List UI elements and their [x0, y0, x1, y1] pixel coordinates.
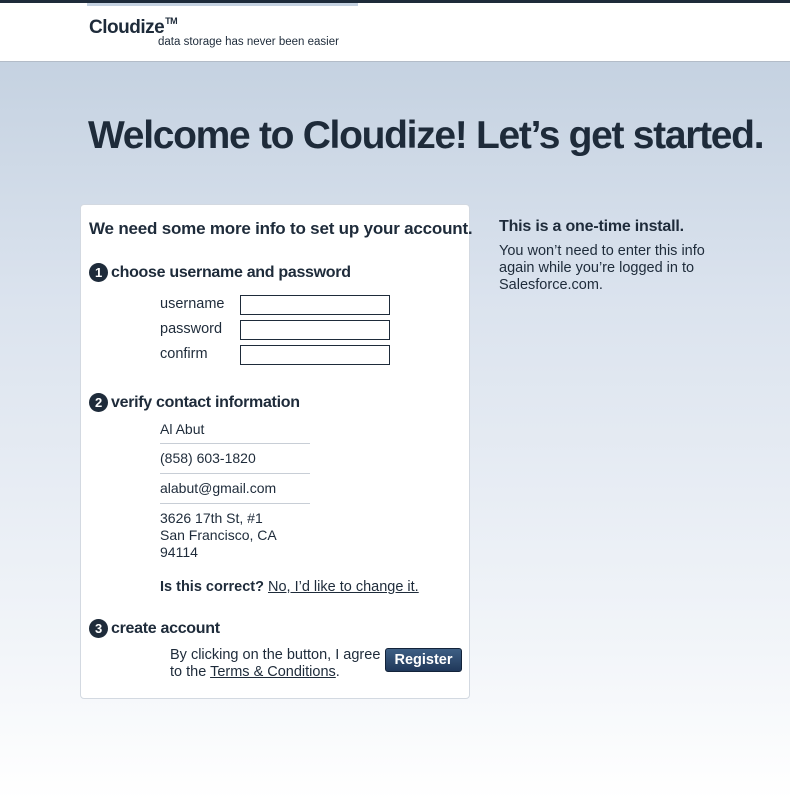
sidebar-text: You won’t need to enter this info again … — [499, 243, 705, 293]
brand-tagline: data storage has never been easier — [158, 36, 339, 48]
divider — [160, 443, 310, 444]
step-2-title: verify contact information — [111, 393, 300, 411]
step-3-title: create account — [111, 619, 220, 637]
terms-agreement-text: By clicking on the button, I agree to th… — [170, 647, 385, 681]
username-label: username — [160, 296, 225, 312]
confirm-password-input[interactable] — [240, 345, 390, 365]
step-3-number: 3 — [89, 619, 108, 638]
page-headline: Welcome to Cloudize! Let’s get started. — [88, 114, 765, 157]
change-contact-link[interactable]: No, I’d like to change it. — [268, 579, 419, 595]
agree-suffix: . — [335, 664, 340, 680]
password-label: password — [160, 321, 223, 337]
top-bar: CloudizeTM data storage has never been e… — [0, 0, 790, 62]
top-bar-accent — [87, 3, 358, 6]
contact-address: 3626 17th St, #1 San Francisco, CA 94114 — [160, 510, 277, 561]
step-1-title: choose username and password — [111, 263, 351, 281]
register-button[interactable]: Register — [385, 648, 462, 672]
form-title: We need some more info to set up your ac… — [89, 219, 473, 238]
terms-link[interactable]: Terms & Conditions — [210, 664, 336, 680]
step-3-heading: 3 create account — [89, 619, 220, 638]
address-line-1: 3626 17th St, #1 — [160, 510, 263, 526]
contact-phone: (858) 603-1820 — [160, 450, 256, 466]
step-1-number: 1 — [89, 263, 108, 282]
address-line-2: San Francisco, CA — [160, 527, 277, 543]
step-2-heading: 2 verify contact information — [89, 393, 300, 412]
contact-email: alabut@gmail.com — [160, 480, 277, 496]
brand-name: Cloudize — [89, 17, 165, 38]
step-1-heading: 1 choose username and password — [89, 263, 351, 282]
setup-form-card: We need some more info to set up your ac… — [80, 204, 473, 699]
confirm-label: confirm — [160, 346, 208, 362]
divider — [160, 503, 310, 504]
contact-confirm-row: Is this correct? No, I’d like to change … — [160, 579, 419, 595]
address-line-3: 94114 — [160, 544, 198, 560]
contact-name: Al Abut — [160, 421, 205, 437]
step-2-number: 2 — [89, 393, 108, 412]
trademark: TM — [165, 15, 178, 26]
password-input[interactable] — [240, 320, 390, 340]
confirm-question: Is this correct? — [160, 579, 264, 595]
sidebar-title: This is a one-time install. — [499, 218, 684, 235]
username-input[interactable] — [240, 295, 390, 315]
divider — [160, 473, 310, 474]
